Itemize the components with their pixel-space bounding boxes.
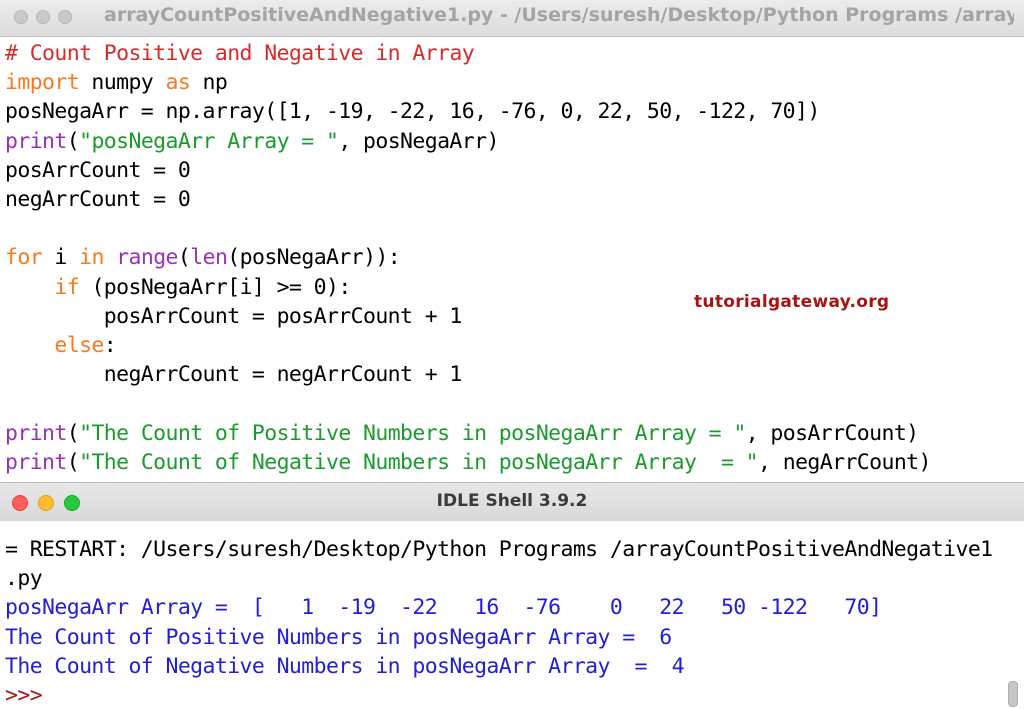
shell-prompt[interactable]: >>> xyxy=(5,683,43,708)
paren: ( xyxy=(66,128,80,154)
colon: : xyxy=(103,333,117,359)
module-alias: np xyxy=(190,70,228,96)
builtin-print: print xyxy=(5,420,67,446)
builtin-print: print xyxy=(5,128,67,154)
shell-title-bar: IDLE Shell 3.9.2 xyxy=(0,482,1024,522)
paren: ( xyxy=(177,245,191,271)
for-tail: (posNegaArr)): xyxy=(227,245,401,271)
paren: ( xyxy=(66,420,80,446)
string-literal: "The Count of Positive Numbers in posNeg… xyxy=(79,420,746,446)
zoom-button[interactable] xyxy=(58,10,72,24)
print-args: , negArrCount) xyxy=(758,449,931,475)
print-args: , posNegaArr) xyxy=(338,128,499,154)
loop-var: i xyxy=(42,245,80,271)
code-editor[interactable]: # Count Positive and Negative in Array i… xyxy=(0,37,1024,481)
watermark-text: tutorialgateway.org xyxy=(694,292,890,312)
pos-increment: posArrCount = posArrCount + 1 xyxy=(5,303,463,329)
restart-line: = RESTART: /Users/suresh/Desktop/Python … xyxy=(5,537,993,562)
source-code[interactable]: # Count Positive and Negative in Array i… xyxy=(5,39,931,477)
keyword-for: for xyxy=(5,245,43,271)
shell-text[interactable]: = RESTART: /Users/suresh/Desktop/Python … xyxy=(5,535,993,709)
keyword-as: as xyxy=(165,70,191,96)
keyword-in: in xyxy=(79,245,104,271)
module-name: numpy xyxy=(79,70,166,96)
keyword-import: import xyxy=(5,70,80,96)
keyword-if: if xyxy=(54,274,80,300)
shell-scrollbar[interactable] xyxy=(1008,681,1018,707)
shell-output-area[interactable]: = RESTART: /Users/suresh/Desktop/Python … xyxy=(0,521,1024,709)
if-condition: (posNegaArr[i] >= 0): xyxy=(79,274,351,300)
array-assignment: posNegaArr = np.array([1, -19, -22, 16, … xyxy=(5,99,820,125)
paren: ( xyxy=(66,449,80,475)
pos-count-init: posArrCount = 0 xyxy=(5,157,191,183)
restart-line-cont: .py xyxy=(5,566,43,592)
output-positive-count: The Count of Positive Numbers in posNega… xyxy=(5,624,672,650)
comment-line: # Count Positive and Negative in Array xyxy=(5,41,475,66)
editor-window-title: arrayCountPositiveAndNegative1.py - /Use… xyxy=(104,4,1014,26)
keyword-else: else xyxy=(54,333,104,359)
output-negative-count: The Count of Negative Numbers in posNega… xyxy=(5,653,685,679)
minimize-button[interactable] xyxy=(36,10,50,24)
output-array: posNegaArr Array = [ 1 -19 -22 16 -76 0 … xyxy=(5,595,882,621)
neg-count-init: negArrCount = 0 xyxy=(5,187,191,213)
string-literal: "posNegaArr Array = " xyxy=(79,128,339,154)
editor-title-bar: arrayCountPositiveAndNegative1.py - /Use… xyxy=(0,0,1024,37)
shell-window-title: IDLE Shell 3.9.2 xyxy=(436,491,588,511)
close-button[interactable] xyxy=(14,10,28,24)
editor-window-controls xyxy=(14,10,72,24)
string-literal: "The Count of Negative Numbers in posNeg… xyxy=(79,449,759,475)
builtin-print: print xyxy=(5,449,67,475)
builtin-len: len xyxy=(190,245,228,271)
builtin-range: range xyxy=(116,245,178,271)
print-args: , posArrCount) xyxy=(745,420,919,446)
neg-increment: negArrCount = negArrCount + 1 xyxy=(5,362,463,388)
